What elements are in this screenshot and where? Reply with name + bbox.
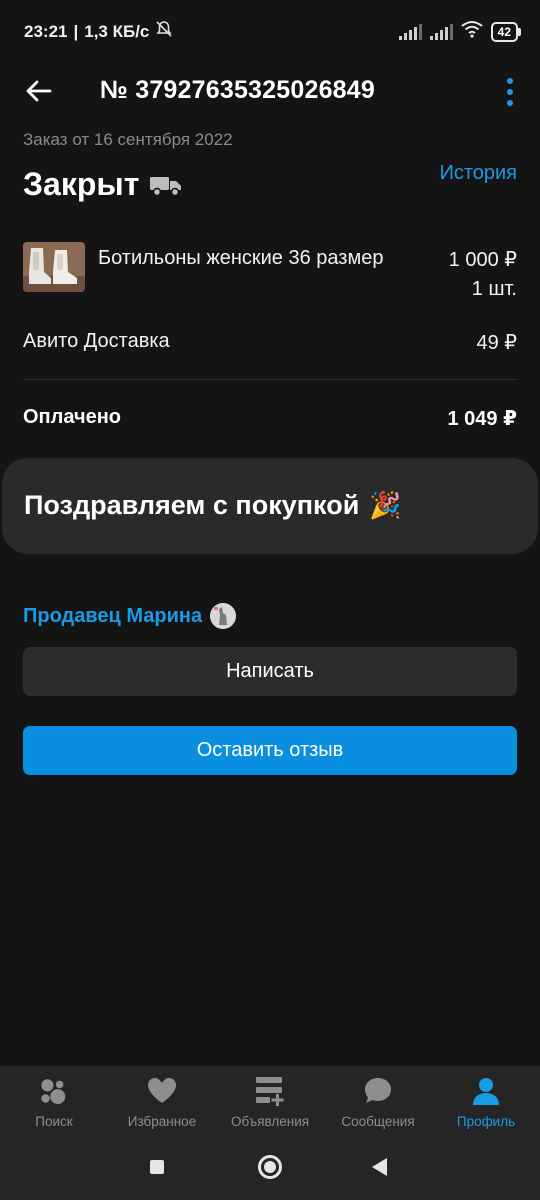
bell-off-icon (155, 20, 173, 43)
paid-label: Оплачено (23, 406, 121, 428)
delivery-row: Авито Доставка 49 ₽ (23, 330, 517, 354)
order-item[interactable]: Ботильоны женские 36 размер 1 000 ₽ 1 шт… (23, 240, 517, 300)
search-icon (39, 1076, 69, 1106)
signal-icon (429, 23, 453, 40)
seller-link[interactable]: Продавец Марина (23, 605, 202, 628)
status-separator: | (73, 21, 79, 41)
delivery-price: 49 ₽ (476, 332, 517, 354)
more-vertical-icon (507, 78, 513, 84)
nav-item-search[interactable]: Поиск (0, 1066, 108, 1136)
nav-label: Избранное (127, 1114, 197, 1129)
listings-add-icon (255, 1076, 285, 1106)
write-message-button[interactable]: Написать (23, 647, 517, 696)
back-button[interactable] (22, 74, 56, 108)
paid-row: Оплачено 1 049 ₽ (23, 406, 517, 430)
delivery-label: Авито Доставка (23, 330, 170, 352)
top-app-bar: № 37927635325026849 (0, 62, 540, 120)
status-left: 23:21 | 1,3 КБ/с (24, 20, 173, 43)
network-speed: 1,3 КБ/с (84, 21, 150, 41)
item-thumbnail[interactable] (23, 242, 85, 292)
home-icon[interactable] (258, 1155, 282, 1179)
heart-icon (147, 1076, 177, 1106)
nav-label: Объявления (230, 1114, 310, 1129)
system-navigation-bar (0, 1136, 540, 1200)
item-quantity: 1 шт. (471, 278, 517, 300)
nav-item-favorites[interactable]: Избранное (108, 1066, 216, 1136)
leave-review-button[interactable]: Оставить отзыв (23, 726, 517, 775)
order-number-title: № 37927635325026849 (100, 76, 375, 104)
battery-level: 42 (497, 24, 511, 39)
seller-avatar[interactable] (210, 603, 237, 629)
order-date: Заказ от 16 сентября 2022 (23, 130, 233, 149)
status-right: 42 (398, 20, 522, 43)
order-status-label: Закрыт (23, 166, 140, 202)
arrow-left-icon (26, 80, 52, 102)
system-back-icon[interactable] (372, 1158, 387, 1176)
nav-item-messages[interactable]: Сообщения (324, 1066, 432, 1136)
congrats-card: Поздравляем с покупкой 🎉 (2, 458, 538, 554)
paid-total: 1 049 ₽ (447, 408, 517, 430)
order-details-screen: 23:21 | 1,3 КБ/с 42 № 37927635325026849 … (0, 0, 540, 1200)
nav-label: Поиск (35, 1114, 73, 1129)
congrats-text: Поздравляем с покупкой (24, 490, 360, 520)
more-options-button[interactable] (498, 74, 522, 110)
item-name: Ботильоны женские 36 размер (98, 247, 384, 269)
delivery-truck-icon (150, 176, 182, 196)
recent-apps-icon[interactable] (150, 1160, 164, 1174)
signal-icon (398, 23, 422, 40)
divider (23, 379, 517, 380)
status-bar: 23:21 | 1,3 КБ/с 42 (0, 0, 540, 62)
history-link[interactable]: История (439, 162, 517, 185)
profile-icon (471, 1076, 501, 1106)
nav-item-profile[interactable]: Профиль (432, 1066, 540, 1136)
order-status: Закрыт (23, 166, 183, 203)
battery-icon: 42 (490, 21, 522, 42)
chat-icon (363, 1076, 393, 1106)
congrats-message: Поздравляем с покупкой 🎉 (24, 490, 402, 521)
item-price: 1 000 ₽ (448, 249, 517, 271)
nav-item-listings[interactable]: Объявления (216, 1066, 324, 1136)
seller-row[interactable]: Продавец Марина (23, 603, 237, 629)
party-popper-icon: 🎉 (369, 490, 402, 521)
bottom-navigation: Поиск Избранное Объявления Сообщения Про… (0, 1066, 540, 1136)
wifi-icon (461, 20, 483, 43)
nav-label: Профиль (456, 1114, 516, 1129)
nav-label: Сообщения (341, 1114, 415, 1129)
status-time: 23:21 (24, 21, 68, 41)
